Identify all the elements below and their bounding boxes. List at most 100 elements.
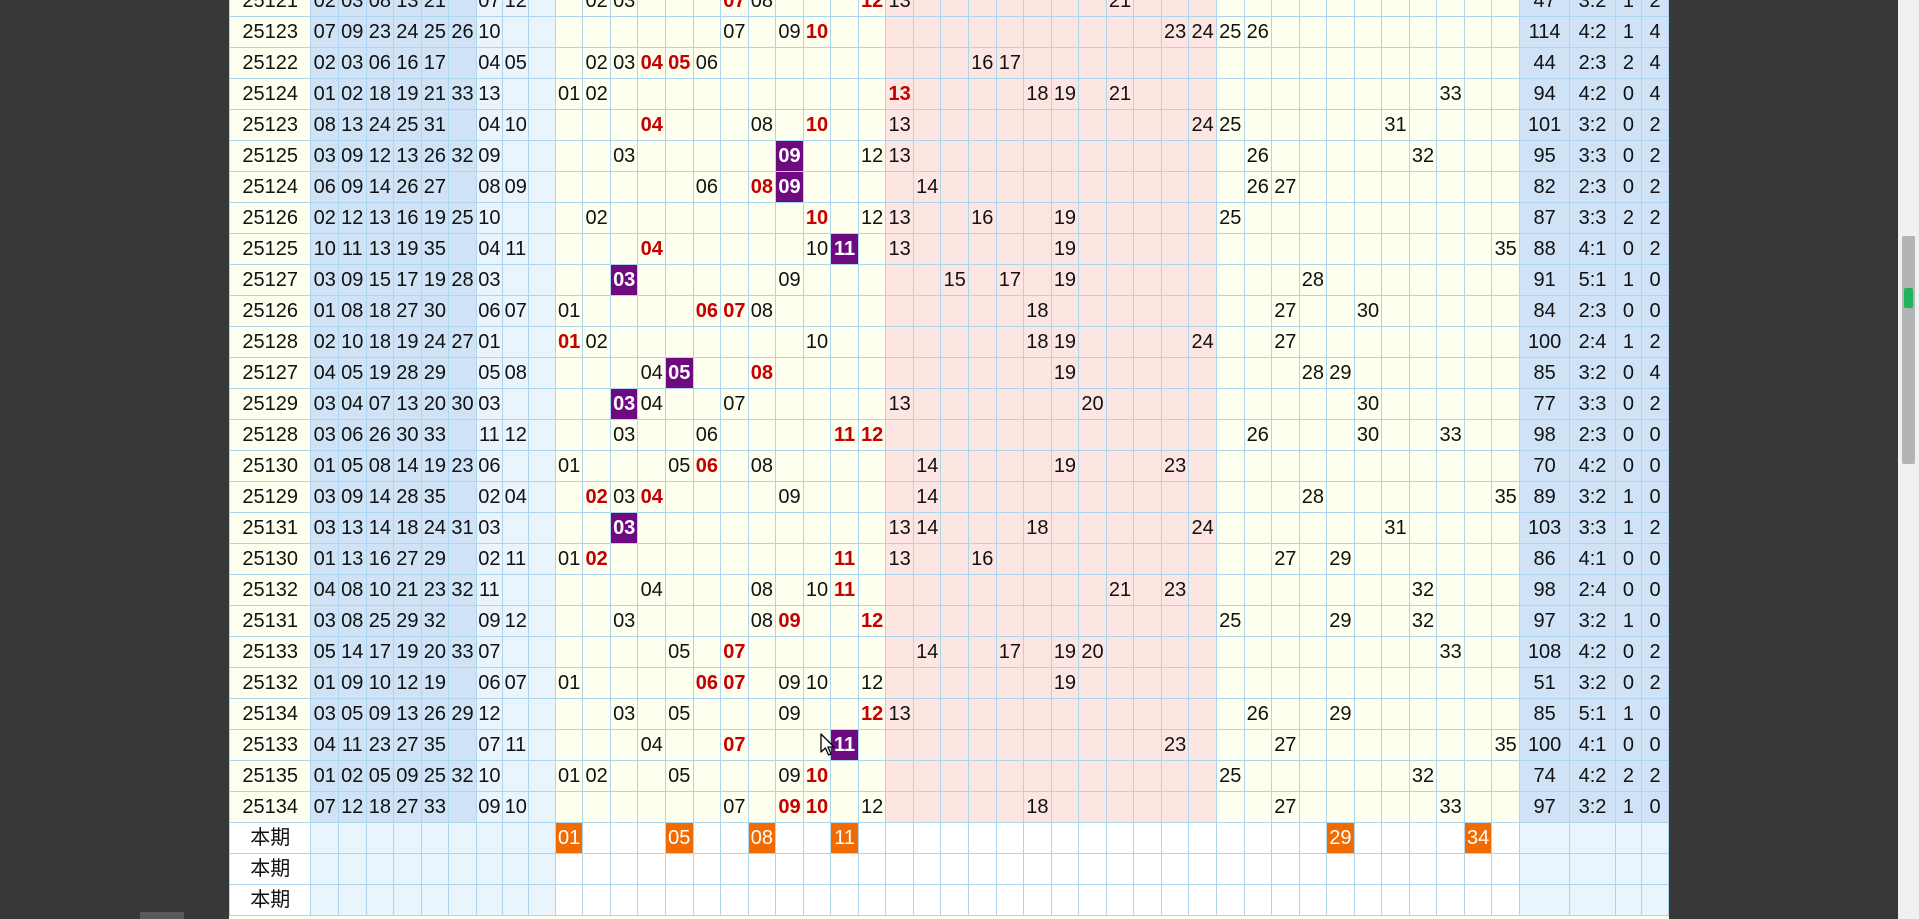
pick-cell[interactable] [940, 822, 970, 854]
back-pick-cell[interactable] [475, 853, 504, 885]
pick-cell[interactable] [747, 884, 777, 916]
pick-cell[interactable] [1298, 822, 1328, 854]
pick-cell[interactable] [1271, 853, 1300, 885]
front-pick-cell[interactable] [310, 822, 340, 854]
selected-number-cell[interactable]: 05 [665, 822, 694, 854]
pick-cell[interactable] [1133, 853, 1162, 885]
pick-cell[interactable] [1491, 822, 1520, 854]
front-pick-cell[interactable] [365, 853, 395, 885]
pick-cell[interactable] [1436, 822, 1465, 854]
pick-cell[interactable] [1408, 853, 1438, 885]
pick-cell[interactable] [968, 884, 997, 916]
front-pick-cell[interactable] [338, 853, 367, 885]
pick-cell[interactable] [1353, 884, 1383, 916]
selected-number-cell[interactable]: 08 [747, 822, 777, 854]
front-pick-cell[interactable] [393, 884, 422, 916]
pick-cell[interactable] [995, 853, 1025, 885]
pick-cell[interactable] [637, 884, 667, 916]
pick-cell[interactable] [1188, 822, 1217, 854]
pick-cell[interactable] [1408, 884, 1438, 916]
pick-cell[interactable] [912, 884, 942, 916]
front-pick-cell[interactable] [420, 822, 450, 854]
pick-cell[interactable] [857, 884, 887, 916]
pick-cell[interactable] [720, 884, 749, 916]
pick-cell[interactable] [1215, 853, 1245, 885]
pick-cell[interactable] [582, 853, 611, 885]
pick-cell[interactable] [1188, 884, 1217, 916]
front-pick-cell[interactable] [420, 884, 450, 916]
pick-cell[interactable] [1463, 853, 1493, 885]
pick-cell[interactable] [1436, 853, 1465, 885]
back-pick-cell[interactable] [502, 822, 530, 854]
front-pick-cell[interactable] [310, 884, 340, 916]
pick-cell[interactable] [940, 884, 970, 916]
pick-cell[interactable] [665, 853, 694, 885]
pick-cell[interactable] [830, 853, 859, 885]
back-pick-cell[interactable] [475, 884, 504, 916]
front-pick-cell[interactable] [338, 884, 367, 916]
pick-cell[interactable] [1271, 822, 1300, 854]
pick-cell[interactable] [1381, 884, 1410, 916]
front-pick-cell[interactable] [448, 884, 477, 916]
pick-cell[interactable] [802, 822, 832, 854]
pick-cell[interactable] [775, 853, 804, 885]
front-pick-cell[interactable] [338, 822, 367, 854]
pick-cell[interactable] [912, 853, 942, 885]
pick-cell[interactable] [720, 822, 749, 854]
back-pick-cell[interactable] [528, 884, 556, 916]
pick-cell[interactable] [582, 822, 611, 854]
pick-cell[interactable] [1160, 853, 1190, 885]
pick-cell[interactable] [582, 884, 611, 916]
front-pick-cell[interactable] [448, 853, 477, 885]
pick-cell[interactable] [1078, 884, 1107, 916]
back-pick-cell[interactable] [502, 853, 530, 885]
pick-cell[interactable] [885, 822, 914, 854]
pick-cell[interactable] [1133, 884, 1162, 916]
back-pick-cell[interactable] [502, 884, 530, 916]
pick-cell[interactable] [830, 884, 859, 916]
pick-cell[interactable] [637, 853, 667, 885]
pick-cell[interactable] [1050, 884, 1080, 916]
pick-cell[interactable] [1491, 884, 1520, 916]
front-pick-cell[interactable] [365, 884, 395, 916]
vertical-scrollbar[interactable] [1898, 0, 1919, 919]
pick-cell[interactable] [1326, 884, 1355, 916]
pick-cell[interactable] [995, 884, 1025, 916]
front-pick-cell[interactable] [448, 822, 477, 854]
pick-cell[interactable] [1326, 853, 1355, 885]
pick-cell[interactable] [747, 853, 777, 885]
pick-cell[interactable] [885, 884, 914, 916]
selected-number-cell[interactable]: 34 [1463, 822, 1493, 854]
pick-cell[interactable] [1491, 853, 1520, 885]
pick-cell[interactable] [1105, 822, 1135, 854]
pick-cell[interactable] [609, 884, 639, 916]
front-pick-cell[interactable] [365, 822, 395, 854]
front-pick-cell[interactable] [393, 822, 422, 854]
front-pick-cell[interactable] [420, 853, 450, 885]
pick-cell[interactable] [1078, 822, 1107, 854]
back-pick-cell[interactable] [528, 853, 556, 885]
pick-cell[interactable] [1050, 853, 1080, 885]
pick-cell[interactable] [1408, 822, 1438, 854]
pick-cell[interactable] [775, 822, 804, 854]
back-pick-cell[interactable] [528, 822, 556, 854]
pick-cell[interactable] [1353, 853, 1383, 885]
pick-cell[interactable] [995, 822, 1025, 854]
pick-cell[interactable] [968, 853, 997, 885]
pick-cell[interactable] [1381, 853, 1410, 885]
pick-cell[interactable] [609, 853, 639, 885]
selected-number-cell[interactable]: 29 [1326, 822, 1355, 854]
pick-cell[interactable] [885, 853, 914, 885]
selected-number-cell[interactable]: 11 [830, 822, 859, 854]
pick-cell[interactable] [1215, 884, 1245, 916]
front-pick-cell[interactable] [393, 853, 422, 885]
pick-cell[interactable] [665, 884, 694, 916]
pick-cell[interactable] [554, 853, 584, 885]
pick-cell[interactable] [1463, 884, 1493, 916]
front-pick-cell[interactable] [310, 853, 340, 885]
pick-cell[interactable] [1243, 853, 1273, 885]
pick-cell[interactable] [637, 822, 667, 854]
pick-cell[interactable] [1023, 884, 1052, 916]
pick-cell[interactable] [1078, 853, 1107, 885]
pick-cell[interactable] [692, 884, 722, 916]
